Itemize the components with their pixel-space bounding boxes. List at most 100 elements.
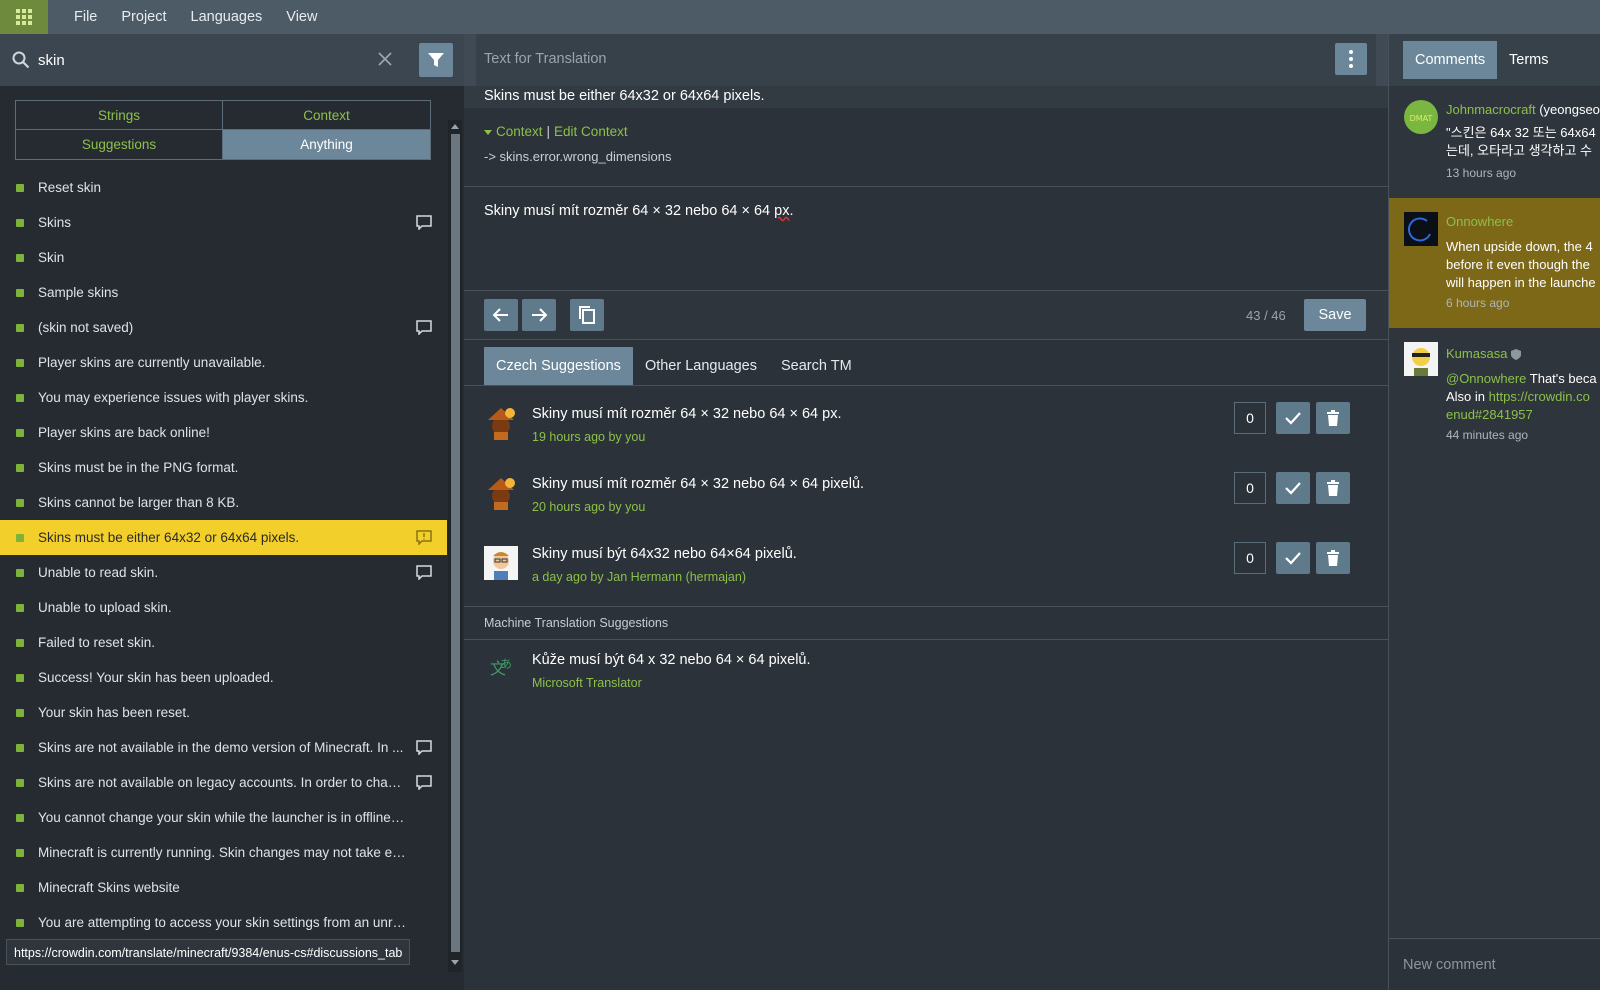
string-item[interactable]: Unable to read skin. — [0, 555, 447, 590]
tab-terms[interactable]: Terms — [1497, 41, 1560, 79]
delete-button[interactable] — [1316, 542, 1350, 574]
string-item[interactable]: You may experience issues with player sk… — [0, 380, 447, 415]
more-options-button[interactable] — [1335, 43, 1367, 75]
string-label: You are attempting to access your skin s… — [38, 915, 406, 930]
vote-count[interactable]: 0 — [1234, 402, 1266, 434]
string-item[interactable]: Sample skins — [0, 275, 447, 310]
tab-comments[interactable]: Comments — [1403, 41, 1498, 79]
close-icon[interactable] — [376, 50, 394, 68]
suggestion-item[interactable]: Skiny musí být 64x32 nebo 64×64 pixelů. a… — [464, 536, 1388, 606]
translated-status-icon — [16, 849, 24, 857]
string-item[interactable]: Failed to reset skin. — [0, 625, 447, 660]
search-scope-toggle: Strings Context Suggestions Anything — [15, 100, 431, 160]
apps-grid-button[interactable] — [0, 0, 48, 34]
string-item-selected[interactable]: Skins must be either 64x32 or 64x64 pixe… — [0, 520, 447, 555]
comment-alert-icon[interactable] — [416, 530, 432, 545]
comment-icon[interactable] — [416, 215, 432, 230]
previous-string-button[interactable] — [484, 299, 518, 331]
collapse-left-handle[interactable] — [464, 34, 476, 86]
delete-button[interactable] — [1316, 402, 1350, 434]
string-item[interactable]: Skins must be in the PNG format. — [0, 450, 447, 485]
next-string-button[interactable] — [522, 299, 556, 331]
comment-author[interactable]: Johnmacrocraft (yeongseo — [1446, 102, 1600, 117]
scroll-thumb[interactable] — [451, 134, 460, 952]
context-row: Context | Edit Context — [484, 124, 628, 139]
menu-file[interactable]: File — [62, 0, 109, 34]
context-toggle[interactable]: Context — [496, 124, 543, 139]
apps-grid-icon — [16, 9, 32, 25]
comments-panel: Comments Terms DMAT Johnmacrocraft (yeon… — [1388, 34, 1600, 990]
suggestion-item[interactable]: Skiny musí mít rozměr 64 × 32 nebo 64 × … — [464, 466, 1388, 536]
comment-link[interactable]: https://crowdin.co — [1489, 389, 1590, 404]
filter-button[interactable] — [419, 43, 453, 77]
string-label: Success! Your skin has been uploaded. — [38, 670, 274, 685]
menu-view[interactable]: View — [274, 0, 329, 34]
tab-search-tm[interactable]: Search TM — [769, 347, 864, 385]
string-item[interactable]: Skins are not available on legacy accoun… — [0, 765, 447, 800]
string-item[interactable]: Skin — [0, 240, 447, 275]
string-item[interactable]: You are attempting to access your skin s… — [0, 905, 447, 940]
strings-scrollbar[interactable] — [448, 120, 462, 972]
approve-button[interactable] — [1276, 542, 1310, 574]
new-comment-input[interactable] — [1403, 953, 1593, 977]
menu-project[interactable]: Project — [109, 0, 178, 34]
suggestion-text: Skiny musí být 64x32 nebo 64×64 pixelů. — [532, 546, 797, 562]
scope-suggestions[interactable]: Suggestions — [16, 130, 223, 159]
comment-link-cont[interactable]: enud#2841957 — [1446, 407, 1533, 422]
string-item[interactable]: Player skins are back online! — [0, 415, 447, 450]
string-item[interactable]: Player skins are currently unavailable. — [0, 345, 447, 380]
strings-panel: Strings Context Suggestions Anything Res… — [0, 34, 464, 990]
menu-languages[interactable]: Languages — [179, 0, 275, 34]
translation-text[interactable]: Skiny musí mít rozměr 64 × 32 nebo 64 × … — [484, 203, 794, 219]
scope-anything[interactable]: Anything — [223, 130, 430, 159]
translation-editor[interactable]: Skiny musí mít rozměr 64 × 32 nebo 64 × … — [464, 186, 1388, 290]
comment-item: Kumasasa @Onnowhere That's beca Also in … — [1389, 330, 1600, 460]
string-item[interactable]: Unable to upload skin. — [0, 590, 447, 625]
scope-strings[interactable]: Strings — [16, 101, 223, 130]
string-item[interactable]: (skin not saved) — [0, 310, 447, 345]
comment-body: @Onnowhere That's beca Also in https://c… — [1446, 371, 1597, 422]
approve-button[interactable] — [1276, 472, 1310, 504]
string-item[interactable]: You cannot change your skin while the la… — [0, 800, 447, 835]
tab-czech-suggestions[interactable]: Czech Suggestions — [484, 347, 633, 385]
string-item[interactable]: Reset skin — [0, 170, 447, 205]
editor-header: Text for Translation — [464, 34, 1388, 86]
comment-icon[interactable] — [416, 775, 432, 790]
string-item[interactable]: Minecraft Skins website — [0, 870, 447, 905]
string-item[interactable]: Your skin has been reset. — [0, 695, 447, 730]
collapse-right-handle[interactable] — [1376, 34, 1388, 86]
machine-suggestion-source: Microsoft Translator — [532, 676, 642, 690]
string-item[interactable]: Minecraft is currently running. Skin cha… — [0, 835, 447, 870]
tab-other-languages[interactable]: Other Languages — [633, 347, 769, 385]
vote-count[interactable]: 0 — [1234, 472, 1266, 504]
scroll-down-arrow-icon[interactable] — [451, 960, 459, 965]
string-item[interactable]: Skins — [0, 205, 447, 240]
delete-button[interactable] — [1316, 472, 1350, 504]
translator-icon: 文 あ — [490, 657, 512, 678]
vote-count[interactable]: 0 — [1234, 542, 1266, 574]
string-item[interactable]: Skins are not available in the demo vers… — [0, 730, 447, 765]
string-label: Minecraft is currently running. Skin cha… — [38, 845, 406, 860]
string-item[interactable]: Success! Your skin has been uploaded. — [0, 660, 447, 695]
suggestion-item[interactable]: Skiny musí mít rozměr 64 × 32 nebo 64 × … — [464, 396, 1388, 466]
comment-icon[interactable] — [416, 565, 432, 580]
scroll-up-arrow-icon[interactable] — [451, 124, 459, 129]
comment-item-highlighted: Onnowhere When upside down, the 4 before … — [1389, 198, 1600, 328]
scope-context[interactable]: Context — [223, 101, 430, 130]
translated-status-icon — [16, 499, 24, 507]
approve-button[interactable] — [1276, 402, 1310, 434]
string-label: You may experience issues with player sk… — [38, 390, 309, 405]
checkmark-icon — [1285, 552, 1301, 565]
string-item[interactable]: Skins cannot be larger than 8 KB. — [0, 485, 447, 520]
copy-source-button[interactable] — [570, 299, 604, 331]
search-input[interactable] — [38, 46, 368, 74]
comment-icon[interactable] — [416, 320, 432, 335]
edit-context-link[interactable]: Edit Context — [554, 124, 628, 139]
mention-link[interactable]: @Onnowhere — [1446, 371, 1526, 386]
comment-author[interactable]: Kumasasa — [1446, 346, 1522, 361]
comment-author[interactable]: Onnowhere — [1446, 214, 1513, 229]
avatar — [488, 408, 515, 440]
comment-icon[interactable] — [416, 740, 432, 755]
save-button[interactable]: Save — [1304, 299, 1366, 331]
machine-suggestion[interactable]: 文 あ Kůže musí být 64 x 32 nebo 64 × 64 p… — [464, 642, 1388, 712]
